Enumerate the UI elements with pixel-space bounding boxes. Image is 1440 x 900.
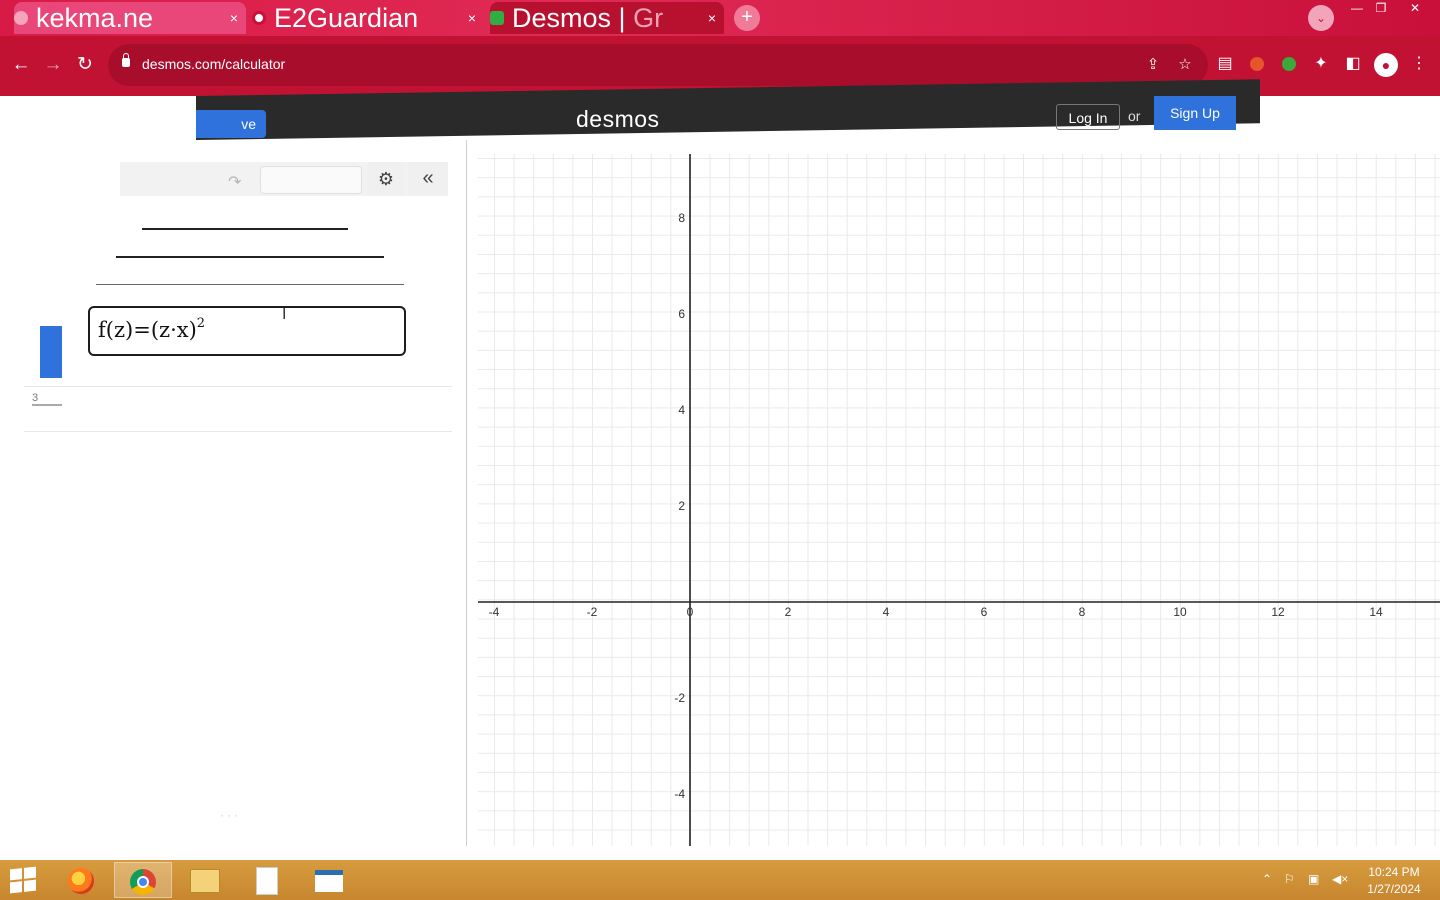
- volume-muted-icon[interactable]: ◀×: [1332, 872, 1348, 886]
- tab-desmos[interactable]: Desmos | Gr ×: [490, 2, 724, 34]
- or-label: or: [1128, 108, 1141, 124]
- x-tick-label: 4: [883, 605, 890, 619]
- tab-favicon-icon: [252, 11, 266, 25]
- x-tick-label: 2: [785, 605, 792, 619]
- y-tick-label: 6: [678, 307, 685, 321]
- tab-title-separator: |: [618, 2, 626, 33]
- chrome-icon[interactable]: [114, 862, 172, 898]
- graph-axes-svg: -4 -2 0 2 4 6 8 10 12 14 8 6 4 2 -2 -4: [478, 154, 1440, 846]
- notepad-icon[interactable]: [238, 862, 296, 898]
- y-tick-label: -4: [674, 787, 685, 801]
- expression-latex: f(z)=(z·x): [98, 318, 197, 342]
- action-center-flag-icon[interactable]: ⚐: [1284, 872, 1295, 886]
- file-explorer-icon[interactable]: [176, 862, 234, 898]
- close-window-icon[interactable]: ✕: [1400, 0, 1430, 18]
- network-icon[interactable]: ▣: [1308, 872, 1319, 886]
- back-icon[interactable]: ←: [8, 52, 34, 78]
- y-tick-label: 4: [678, 403, 685, 417]
- reload-icon[interactable]: ↻: [72, 52, 98, 78]
- tray-expand-icon[interactable]: ⌃: [1262, 872, 1272, 886]
- settings-gear-icon[interactable]: ⚙: [368, 162, 404, 196]
- extensions-puzzle-icon[interactable]: ✦: [1310, 53, 1332, 75]
- browser-menu-icon[interactable]: ⋮: [1408, 53, 1430, 75]
- windows-taskbar: ⌃ ⚐ ▣ ◀×: [0, 860, 1440, 900]
- x-tick-label: 0: [687, 605, 694, 619]
- profile-avatar-icon[interactable]: ●: [1374, 53, 1398, 77]
- row-handle[interactable]: [32, 404, 62, 406]
- divider: [116, 256, 384, 258]
- tab-close-icon[interactable]: ×: [708, 10, 716, 26]
- tab-title: kekma.ne: [36, 2, 154, 33]
- login-button[interactable]: Log In: [1056, 104, 1120, 130]
- x-tick-label: 14: [1369, 605, 1383, 619]
- maximize-icon[interactable]: ❐: [1368, 0, 1394, 18]
- tomato-extension-icon[interactable]: [1246, 53, 1268, 75]
- expression-color-tab[interactable]: [40, 326, 62, 378]
- lock-icon: [122, 53, 130, 67]
- x-tick-label: 10: [1173, 605, 1187, 619]
- tab-favicon-icon: [14, 11, 28, 25]
- minimize-icon[interactable]: —: [1344, 0, 1370, 18]
- text-cursor-icon: I: [282, 306, 287, 323]
- window-app-icon[interactable]: [300, 862, 358, 898]
- tab-favicon-icon: [490, 11, 504, 25]
- green-extension-icon[interactable]: [1278, 53, 1300, 75]
- panel-resize-handle[interactable]: ···: [220, 808, 241, 822]
- y-tick-label: -2: [674, 691, 685, 705]
- tab-e2guardian[interactable]: E2Guardian ×: [252, 2, 484, 34]
- side-panel-icon[interactable]: ◧: [1342, 53, 1364, 75]
- expression-row-number: 3: [32, 392, 39, 404]
- signup-button[interactable]: Sign Up: [1154, 96, 1236, 130]
- divider: [142, 228, 348, 230]
- address-bar[interactable]: desmos.com/calculator ⇪ ☆: [108, 44, 1208, 86]
- y-tick-label: 2: [678, 499, 685, 513]
- divider: [96, 284, 404, 285]
- x-tick-label: 8: [1079, 605, 1086, 619]
- tab-title: Desmos: [512, 2, 612, 33]
- url-text[interactable]: desmos.com/calculator: [142, 56, 285, 72]
- graph-paper[interactable]: -4 -2 0 2 4 6 8 10 12 14 8 6 4 2 -2 -4: [478, 154, 1440, 846]
- tab-search-icon[interactable]: ⌄: [1308, 5, 1334, 31]
- x-tick-label: 6: [981, 605, 988, 619]
- save-button[interactable]: ve: [196, 110, 266, 138]
- redo-icon[interactable]: ↷: [228, 172, 241, 192]
- clock-date: 1/27/2024: [1367, 882, 1421, 896]
- expression-math[interactable]: f(z)=(z·x)2: [98, 316, 205, 342]
- desmos-logo: desmos: [576, 106, 660, 132]
- expression-panel: [0, 140, 467, 846]
- expression-exponent: 2: [196, 316, 206, 331]
- tab-close-icon[interactable]: ×: [468, 10, 476, 26]
- x-tick-label: 12: [1271, 605, 1285, 619]
- start-button-icon[interactable]: [10, 866, 36, 894]
- tab-bar: kekma.ne × E2Guardian × Desmos | Gr × + …: [0, 0, 1440, 36]
- empty-expression-row[interactable]: [24, 386, 452, 432]
- firefox-icon[interactable]: [52, 862, 110, 898]
- clock-time: 10:24 PM: [1368, 865, 1420, 879]
- tab-kekma[interactable]: kekma.ne ×: [14, 2, 246, 34]
- forward-icon[interactable]: →: [40, 52, 66, 78]
- share-icon[interactable]: ⇪: [1142, 54, 1164, 76]
- x-tick-label: -2: [587, 605, 598, 619]
- system-clock[interactable]: 10:24 PM 1/27/2024: [1360, 864, 1428, 898]
- y-tick-label: 8: [678, 211, 685, 225]
- toolbar-field[interactable]: [260, 166, 362, 194]
- tab-title-truncated: Gr: [633, 2, 664, 33]
- tab-title: E2Guardian: [274, 2, 419, 33]
- tab-close-icon[interactable]: ×: [230, 10, 238, 26]
- x-tick-label: -4: [489, 605, 500, 619]
- new-tab-button[interactable]: +: [734, 5, 760, 31]
- bookmark-star-icon[interactable]: ☆: [1174, 54, 1196, 76]
- collapse-panel-icon[interactable]: «: [408, 162, 448, 196]
- reader-mode-icon[interactable]: ▤: [1214, 53, 1236, 75]
